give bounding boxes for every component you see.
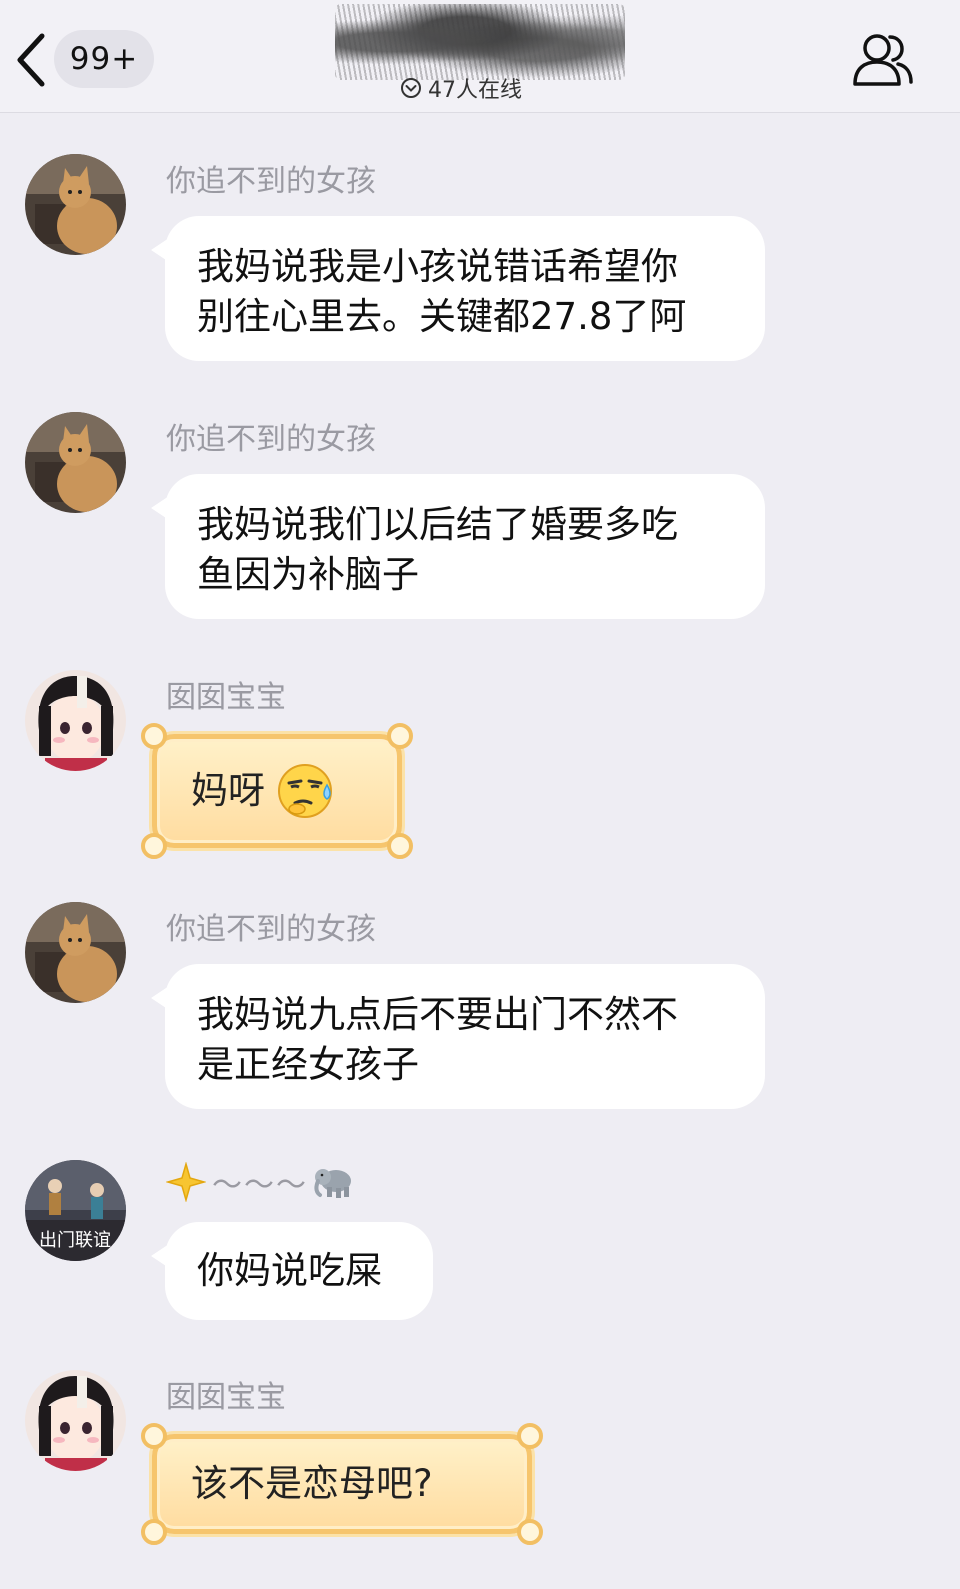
message-text-line: 你妈说吃屎: [197, 1249, 382, 1292]
avatar-text: 出门联谊: [39, 1230, 111, 1251]
cat-avatar: [25, 154, 126, 255]
online-count-text: 47人在线: [428, 78, 522, 103]
avatar[interactable]: [25, 670, 126, 771]
bubble-decoration: [517, 1519, 543, 1545]
cat-avatar: [25, 902, 126, 1003]
sparkle-star-icon: [166, 1162, 206, 1202]
bubble-decoration: [141, 833, 167, 859]
avatar[interactable]: [25, 1370, 126, 1471]
message-bubble[interactable]: 你妈说吃屎: [151, 1222, 433, 1320]
anime-girl-avatar: [25, 1370, 126, 1471]
sender-name: ～～～: [166, 1160, 356, 1204]
group-members-button[interactable]: [850, 28, 916, 90]
online-status[interactable]: 47人在线: [400, 72, 522, 104]
cat-avatar: [25, 412, 126, 513]
message-text-line: 是正经女孩子: [197, 1043, 419, 1086]
bubble-tail: [151, 238, 169, 262]
bubble-decoration: [141, 1423, 167, 1449]
sender-name: 你追不到的女孩: [166, 164, 376, 199]
avatar[interactable]: [25, 902, 126, 1003]
avatar[interactable]: [25, 154, 126, 255]
message-text-line: 我妈说我是小孩说错话希望你: [197, 245, 678, 288]
sender-name: 囡囡宝宝: [166, 680, 286, 715]
group-members-icon: [853, 34, 913, 86]
avatar[interactable]: [25, 412, 126, 513]
message-bubble[interactable]: 妈呀: [141, 723, 413, 859]
message-text: 该不是恋母吧?: [191, 1462, 433, 1505]
bubble-tail: [151, 1244, 169, 1268]
bubble-decoration: [387, 833, 413, 859]
group-title-redacted: [335, 4, 625, 80]
chevron-down-circle-icon: [401, 78, 421, 98]
game-scene-avatar: 出门联谊: [25, 1160, 126, 1261]
chat-header: 99+ 47人在线: [0, 0, 960, 113]
avatar[interactable]: 出门联谊: [25, 1160, 126, 1261]
message-bubble[interactable]: 我妈说我是小孩说错话希望你 别往心里去。关键都27.8了阿: [151, 216, 765, 361]
bubble-decoration: [141, 723, 167, 749]
chevron-left-icon: [17, 33, 45, 87]
unread-count-badge[interactable]: 99+: [54, 30, 154, 88]
message-bubble[interactable]: 该不是恋母吧?: [141, 1423, 543, 1545]
bubble-decoration: [517, 1423, 543, 1449]
sender-name: 囡囡宝宝: [166, 1380, 286, 1415]
message-text-line: 我妈说我们以后结了婚要多吃: [197, 503, 678, 546]
sender-name: 你追不到的女孩: [166, 912, 376, 947]
sweat-smirk-emoji: [278, 764, 332, 818]
message-bubble[interactable]: 我妈说我们以后结了婚要多吃 鱼因为补脑子: [151, 474, 765, 619]
message-text-line: 别往心里去。关键都27.8了阿: [197, 295, 687, 338]
message-text-line: 鱼因为补脑子: [197, 553, 419, 596]
message-text: 妈呀: [191, 769, 265, 812]
bubble-decoration: [141, 1519, 167, 1545]
sender-name: 你追不到的女孩: [166, 422, 376, 457]
bubble-decoration: [387, 723, 413, 749]
sender-name-text: ～～～: [212, 1168, 308, 1203]
bubble-tail: [151, 496, 169, 520]
anime-girl-avatar: [25, 670, 126, 771]
bubble-tail: [151, 986, 169, 1010]
message-bubble[interactable]: 我妈说九点后不要出门不然不 是正经女孩子: [151, 964, 765, 1109]
back-button[interactable]: [12, 30, 52, 90]
message-text-line: 我妈说九点后不要出门不然不: [197, 993, 678, 1036]
elephant-icon: [314, 1169, 351, 1198]
